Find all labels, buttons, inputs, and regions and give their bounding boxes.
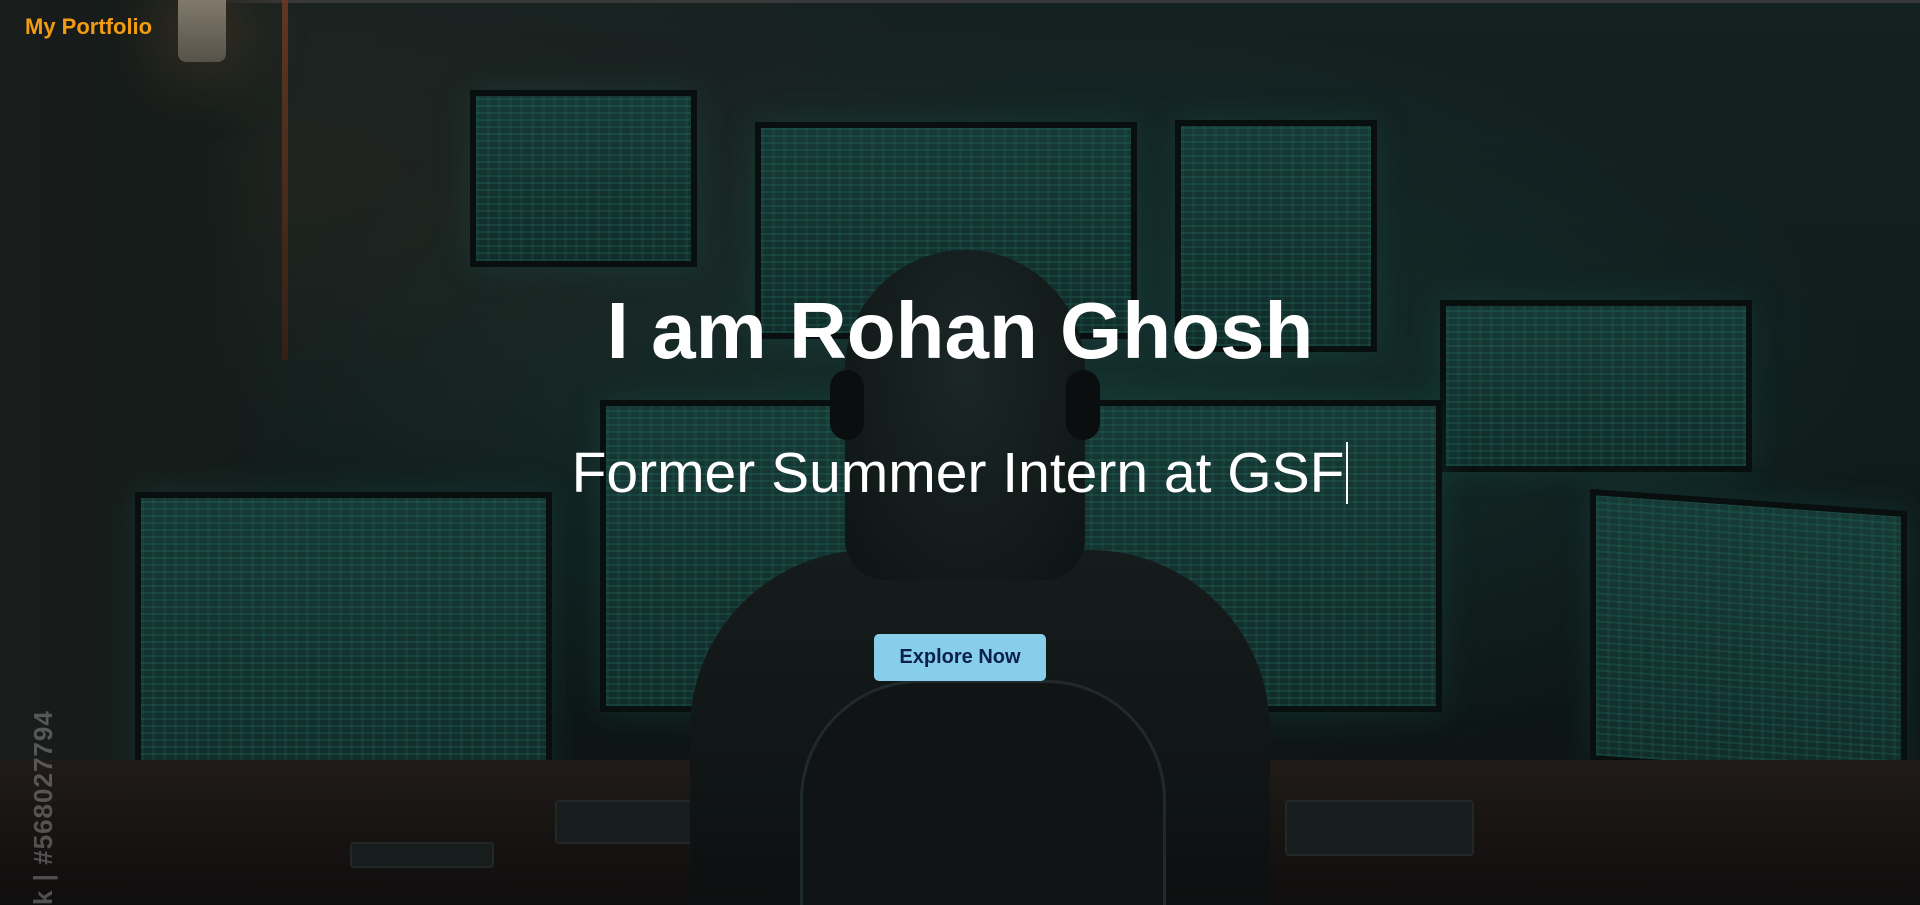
hero-subtitle-typewriter: Former Summer Intern at GSF	[0, 440, 1920, 506]
typing-caret	[1346, 442, 1349, 504]
explore-now-button[interactable]: Explore Now	[874, 634, 1046, 681]
portfolio-page: k | #568027794 My Portfolio I am Rohan G…	[0, 0, 1920, 905]
brand-logo-link[interactable]: My Portfolio	[25, 14, 152, 40]
hero-title: I am Rohan Ghosh	[606, 286, 1314, 375]
stock-watermark: k | #568027794	[28, 710, 58, 905]
hero-subtitle-text: Former Summer Intern at GSF	[571, 441, 1345, 505]
